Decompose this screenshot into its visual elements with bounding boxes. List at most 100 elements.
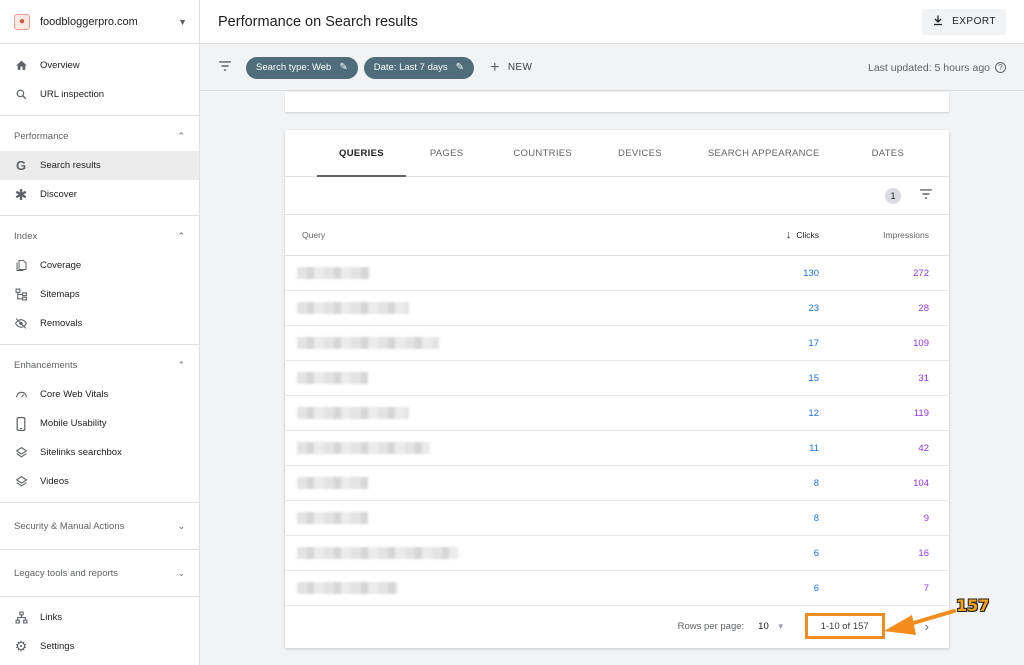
clicks-cell: 11 [809, 442, 819, 454]
table-row[interactable]: 23 28 [285, 291, 949, 326]
table-tools: 1 [285, 177, 949, 215]
sidebar-item-videos[interactable]: Videos [0, 467, 199, 496]
sidebar-item-label: Search results [40, 160, 101, 171]
section-enhancements-toggle[interactable]: Enhancements ⌃ [0, 351, 199, 380]
sidebar-item-url-inspection[interactable]: URL inspection [0, 80, 199, 109]
query-cell-redacted [297, 302, 759, 314]
sidebar-item-coverage[interactable]: Coverage [0, 251, 199, 280]
export-label: EXPORT [952, 16, 996, 27]
home-icon [14, 59, 28, 73]
sidebar-item-links[interactable]: Links [0, 603, 199, 632]
impressions-cell: 272 [913, 267, 929, 279]
page-title: Performance on Search results [218, 13, 418, 30]
redacted-query-text [297, 337, 439, 349]
gear-icon: ⚙ [14, 638, 28, 654]
query-cell-redacted [297, 477, 759, 489]
pagination-range-text: 1-10 of 157 [820, 620, 869, 632]
sidebar-item-mobile-usability[interactable]: Mobile Usability [0, 409, 199, 438]
column-header-impressions[interactable]: Impressions [819, 230, 929, 240]
table-row[interactable]: 17 109 [285, 326, 949, 361]
annotation-label: 157 [956, 596, 990, 615]
dropdown-caret-icon: ▼ [178, 16, 187, 27]
tab-search-appearance[interactable]: SEARCH APPEARANCE [682, 130, 846, 176]
sidebar-item-discover[interactable]: ✱ Discover [0, 180, 199, 209]
sidebar-item-label: Sitemaps [40, 289, 80, 300]
sidebar-item-core-web-vitals[interactable]: Core Web Vitals [0, 380, 199, 409]
sidebar-item-overview[interactable]: Overview [0, 51, 199, 80]
date-chip[interactable]: Date: Last 7 days ✎ [363, 56, 475, 79]
impressions-cell: 31 [918, 372, 929, 384]
section-security-toggle[interactable]: Security & Manual Actions ⌄ [0, 509, 199, 543]
table-row[interactable]: 89 [285, 501, 949, 536]
rows-per-page-select[interactable]: 10 [758, 621, 769, 632]
divider [0, 502, 199, 503]
redacted-query-text [297, 407, 409, 419]
table-row[interactable]: 11 42 [285, 431, 949, 466]
divider [0, 344, 199, 345]
tab-countries[interactable]: COUNTRIES [487, 130, 598, 176]
sidebar-item-label: Settings [40, 641, 75, 652]
tab-dates[interactable]: DATES [846, 130, 930, 176]
divider [0, 596, 199, 597]
sidebar-item-settings[interactable]: ⚙ Settings [0, 632, 199, 661]
sidebar-item-removals[interactable]: Removals [0, 309, 199, 338]
sidebar-item-sitelinks-searchbox[interactable]: Sitelinks searchbox [0, 438, 199, 467]
redacted-query-text [297, 372, 368, 384]
table-pagination: Rows per page: 10 ▼ 1-10 of 157 › [285, 606, 949, 646]
clicks-cell: 130 [803, 267, 819, 279]
edit-icon: ✎ [455, 62, 465, 73]
links-icon [14, 611, 28, 625]
property-selector[interactable]: ● foodbloggerpro.com ▼ [0, 0, 199, 44]
sidebar-item-label: Videos [40, 476, 69, 487]
table-row[interactable]: 67 [285, 571, 949, 606]
section-legacy-toggle[interactable]: Legacy tools and reports ⌄ [0, 556, 199, 590]
table-row[interactable]: 8 104 [285, 466, 949, 501]
table-filter-icon[interactable] [919, 188, 933, 203]
chevron-up-icon: ⌃ [177, 360, 185, 370]
clicks-cell: 15 [808, 372, 819, 384]
table-body: 130 272 23 28 17 109 15 31 12 119 11 42 8 104 8 9 6 16 6 7 [285, 256, 949, 606]
sidebar-item-label: Discover [40, 189, 77, 200]
table-row[interactable]: 130 272 [285, 256, 949, 291]
column-header-query[interactable]: Query [302, 230, 759, 240]
table-row[interactable]: 12 119 [285, 396, 949, 431]
clicks-cell: 8 [813, 477, 819, 489]
help-icon[interactable]: ? [995, 62, 1006, 73]
annotation-arrow [884, 609, 956, 635]
search-icon [14, 88, 28, 102]
chevron-down-icon: ⌄ [177, 567, 185, 578]
sidebar-item-label: Mobile Usability [40, 418, 107, 429]
tab-pages[interactable]: PAGES [406, 130, 488, 176]
new-filter-button[interactable]: + NEW [490, 59, 532, 77]
column-header-clicks[interactable]: ↓ Clicks [759, 229, 819, 241]
query-cell-redacted [297, 372, 759, 384]
sidebar-item-label: Sitelinks searchbox [40, 447, 122, 458]
chip-label: Search type: Web [256, 62, 332, 73]
chevron-down-icon: ⌄ [177, 520, 185, 531]
sidebar-item-search-results[interactable]: G Search results [0, 151, 199, 180]
export-button[interactable]: EXPORT [922, 8, 1006, 35]
query-cell-redacted [297, 337, 759, 349]
tab-queries[interactable]: QUERIES [317, 130, 406, 177]
pagination-range: 1-10 of 157 [804, 613, 885, 639]
phone-icon [14, 416, 28, 431]
impressions-cell: 9 [923, 512, 929, 524]
clicks-cell: 6 [813, 547, 819, 559]
tab-devices[interactable]: DEVICES [598, 130, 682, 176]
section-index-toggle[interactable]: Index ⌃ [0, 222, 199, 251]
rows-per-page-label: Rows per page: [677, 620, 745, 632]
sidebar-item-label: Links [40, 612, 63, 623]
table-header: Query ↓ Clicks Impressions [285, 215, 949, 256]
table-row[interactable]: 15 31 [285, 361, 949, 396]
filter-icon[interactable] [218, 60, 232, 75]
query-cell-redacted [297, 582, 759, 594]
sidebar-item-sitemaps[interactable]: Sitemaps [0, 280, 199, 309]
impressions-cell: 109 [913, 337, 929, 349]
section-performance-toggle[interactable]: Performance ⌃ [0, 122, 199, 151]
copy-icon [14, 259, 28, 273]
query-cell-redacted [297, 547, 759, 559]
redacted-query-text [297, 267, 370, 279]
search-type-chip[interactable]: Search type: Web ✎ [246, 56, 358, 79]
dropdown-arrow-icon[interactable]: ▼ [777, 622, 785, 631]
table-row[interactable]: 6 16 [285, 536, 949, 571]
